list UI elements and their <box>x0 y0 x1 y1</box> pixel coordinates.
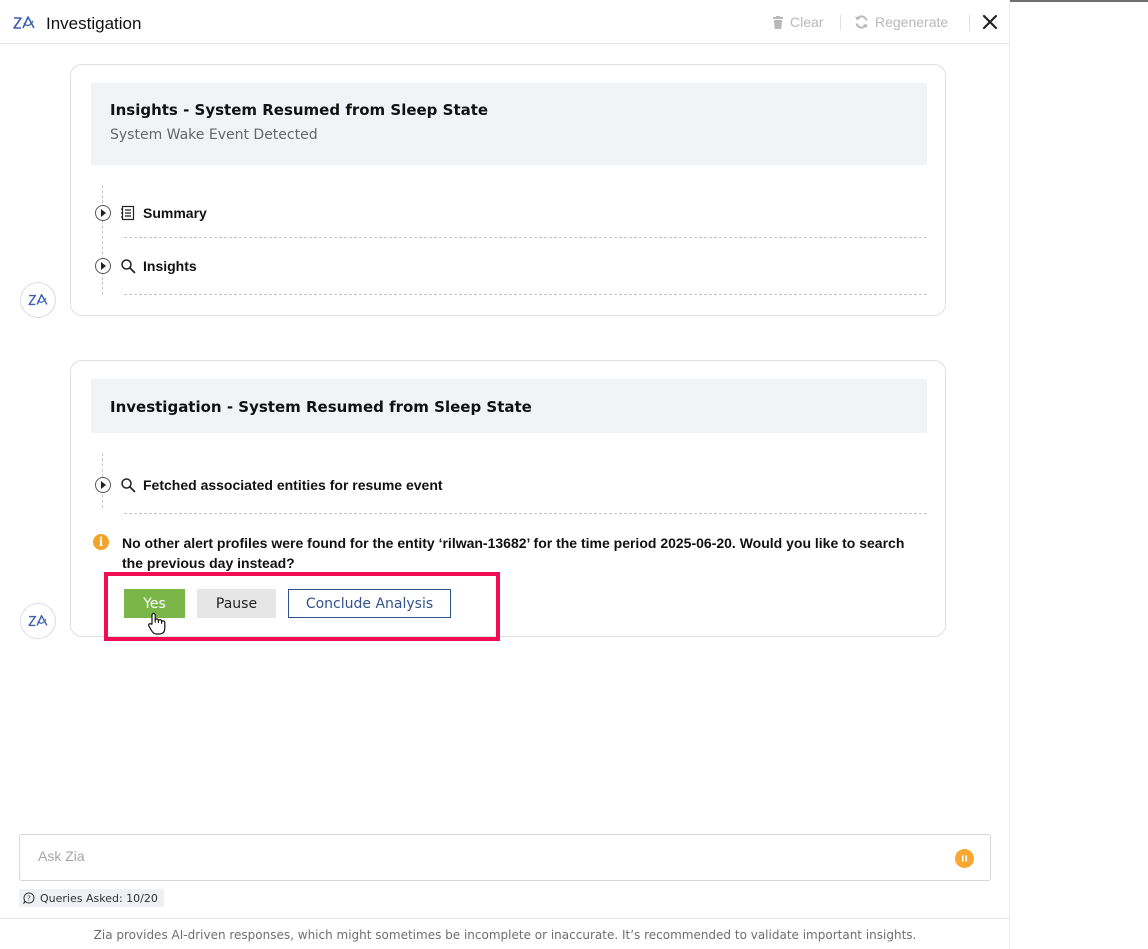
panel-title: Investigation <box>46 14 142 33</box>
item-divider <box>124 237 927 238</box>
hand-pointer-icon <box>148 612 166 635</box>
header-divider <box>969 15 970 31</box>
panel-header: Investigation Clear Regenerate <box>0 2 1010 44</box>
expand-arrow-icon[interactable] <box>95 258 111 274</box>
investigation-card-header: Investigation - System Resumed from Slee… <box>91 379 927 433</box>
insights-item[interactable]: Insights <box>95 258 197 274</box>
insights-label: Insights <box>143 258 197 274</box>
insights-card-title: Insights - System Resumed from Sleep Sta… <box>110 101 489 119</box>
summary-item[interactable]: Summary <box>95 205 207 221</box>
ai-disclaimer: Zia provides AI-driven responses, which … <box>93 928 917 942</box>
zia-logo-icon <box>28 293 48 306</box>
fetched-entities-label: Fetched associated entities for resume e… <box>143 477 443 493</box>
refresh-icon <box>855 15 868 29</box>
expand-arrow-icon[interactable] <box>95 205 111 221</box>
pause-icon <box>962 855 967 862</box>
queries-asked-badge: ? Queries Asked: 10/20 <box>19 889 164 907</box>
summary-label: Summary <box>143 205 207 221</box>
zia-logo-icon <box>13 16 35 29</box>
expand-arrow-icon[interactable] <box>95 477 111 493</box>
trash-icon <box>773 15 783 29</box>
ask-zia-box <box>19 834 991 881</box>
pause-response-button[interactable] <box>955 849 974 868</box>
insights-message-card: Insights - System Resumed from Sleep Sta… <box>70 64 946 316</box>
item-divider <box>124 294 927 295</box>
zia-avatar <box>20 282 56 318</box>
regenerate-button[interactable]: Regenerate <box>854 14 948 30</box>
question-text: No other alert profiles were found for t… <box>122 535 905 571</box>
search-icon <box>121 259 136 274</box>
zia-avatar <box>20 603 56 639</box>
close-icon[interactable] <box>980 11 1000 33</box>
insights-card-subtitle: System Wake Event Detected <box>110 127 318 143</box>
fetched-entities-step[interactable]: Fetched associated entities for resume e… <box>95 477 443 493</box>
pause-button[interactable]: Pause <box>197 589 276 618</box>
queries-asked-text: Queries Asked: 10/20 <box>40 891 158 905</box>
ask-zia-input[interactable] <box>38 848 938 864</box>
timeline-line <box>102 185 103 295</box>
footer-divider <box>0 918 1010 919</box>
investigation-card-title: Investigation - System Resumed from Slee… <box>110 398 532 416</box>
conclude-analysis-button[interactable]: Conclude Analysis <box>288 589 451 618</box>
header-divider <box>840 15 841 31</box>
search-icon <box>121 478 136 493</box>
clear-button[interactable]: Clear <box>772 14 823 30</box>
investigation-panel: Investigation Clear Regenerate Insights … <box>0 0 1010 949</box>
regenerate-label: Regenerate <box>875 14 949 30</box>
info-icon: i <box>93 534 109 550</box>
insights-card-header: Insights - System Resumed from Sleep Sta… <box>91 83 927 165</box>
chat-question-icon: ? <box>23 892 35 904</box>
zia-logo-icon <box>28 614 48 627</box>
item-divider <box>124 513 927 514</box>
list-document-icon <box>121 205 135 221</box>
svg-text:?: ? <box>27 895 31 903</box>
clear-label: Clear <box>790 14 824 30</box>
